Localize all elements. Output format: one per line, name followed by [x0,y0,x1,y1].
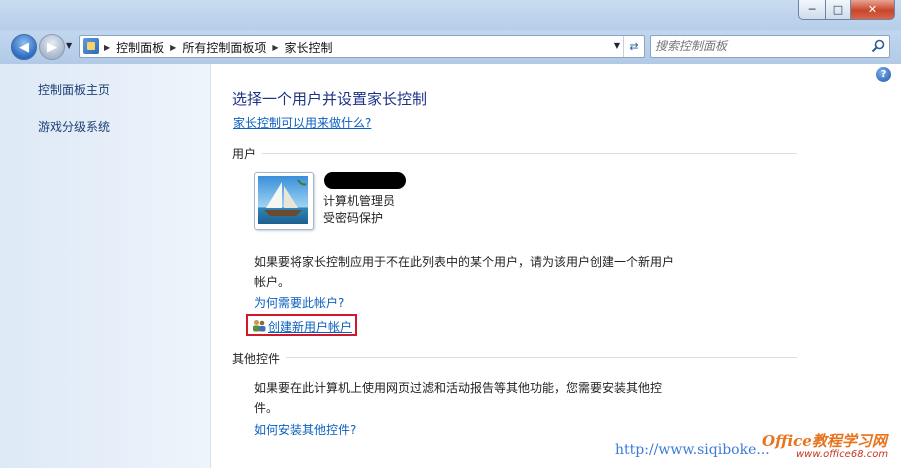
watermark-site: www.office68.com [796,449,889,460]
window-caption-buttons: ─ □ ✕ [798,0,895,20]
watermark-url: http://www.siqiboke... [615,442,770,458]
breadcrumb-all-items[interactable]: 所有控制面板项 [182,39,266,56]
help-icon[interactable]: ? [876,67,891,82]
other-controls-section-header: 其他控件 [232,352,281,366]
window-titlebar: ─ □ ✕ [0,0,901,30]
back-button[interactable]: ◀ [11,34,37,60]
sidebar-item-control-panel-home[interactable]: 控制面板主页 [38,81,110,98]
forward-button[interactable]: ▶ [39,34,65,60]
users-icon [253,320,266,332]
section-divider [262,153,797,154]
page-title: 选择一个用户并设置家长控制 [232,90,428,108]
how-install-controls-link[interactable]: 如何安装其他控件? [254,423,356,437]
refresh-icon: ⇄ [629,40,639,53]
create-user-highlight-box: 创建新用户帐户 [246,314,357,336]
search-icon[interactable] [871,39,885,53]
what-can-parental-controls-do-link[interactable]: 家长控制可以用来做什么? [233,116,371,130]
account-type: 计算机管理员 [323,194,396,208]
why-need-account-link[interactable]: 为何需要此帐户? [254,296,344,310]
chevron-right-icon[interactable]: ▶ [272,43,278,52]
user-account-tile[interactable] [254,172,314,230]
password-status: 受密码保护 [323,211,384,225]
sailboat-avatar-icon [258,176,308,224]
redacted-username [324,172,406,189]
other-controls-description: 如果要在此计算机上使用网页过滤和活动报告等其他功能，您需要安装其他控件。 [254,381,663,415]
address-history-dropdown[interactable]: ▼ [614,41,620,50]
watermark-logo: Office教程学习网 [762,432,887,450]
left-task-pane: 控制面板主页 游戏分级系统 [0,64,211,468]
address-bar[interactable]: ▶ 控制面板 ▶ 所有控制面板项 ▶ 家长控制 ▼ ⇄ [79,35,645,58]
add-user-instructions: 如果要将家长控制应用于不在此列表中的某个用户，请为该用户创建一个新用户帐户。 [254,255,675,289]
section-divider [286,357,797,358]
users-section-header: 用户 [232,147,257,161]
create-new-user-account-link[interactable]: 创建新用户帐户 [268,318,352,335]
breadcrumb-control-panel[interactable]: 控制面板 [116,39,164,56]
chevron-right-icon[interactable]: ▶ [170,43,176,52]
chevron-right-icon[interactable]: ▶ [104,43,110,52]
breadcrumb-parental-controls[interactable]: 家长控制 [285,39,333,56]
left-arrow-icon: ◀ [19,39,29,55]
maximize-button[interactable]: □ [826,0,851,20]
close-button[interactable]: ✕ [851,0,895,20]
recent-pages-dropdown[interactable]: ▼ [66,41,72,50]
minimize-button[interactable]: ─ [798,0,826,20]
search-input[interactable] [655,38,855,54]
refresh-button[interactable]: ⇄ [623,36,644,57]
control-panel-icon [83,38,99,54]
breadcrumb: ▶ 控制面板 ▶ 所有控制面板项 ▶ 家长控制 [104,39,333,56]
right-arrow-icon: ▶ [47,39,57,55]
search-box[interactable] [650,35,890,58]
navigation-bar: ◀ ▶ ▼ ▶ 控制面板 ▶ 所有控制面板项 ▶ 家长控制 ▼ ⇄ [0,30,901,64]
sidebar-item-game-ratings[interactable]: 游戏分级系统 [38,118,110,135]
